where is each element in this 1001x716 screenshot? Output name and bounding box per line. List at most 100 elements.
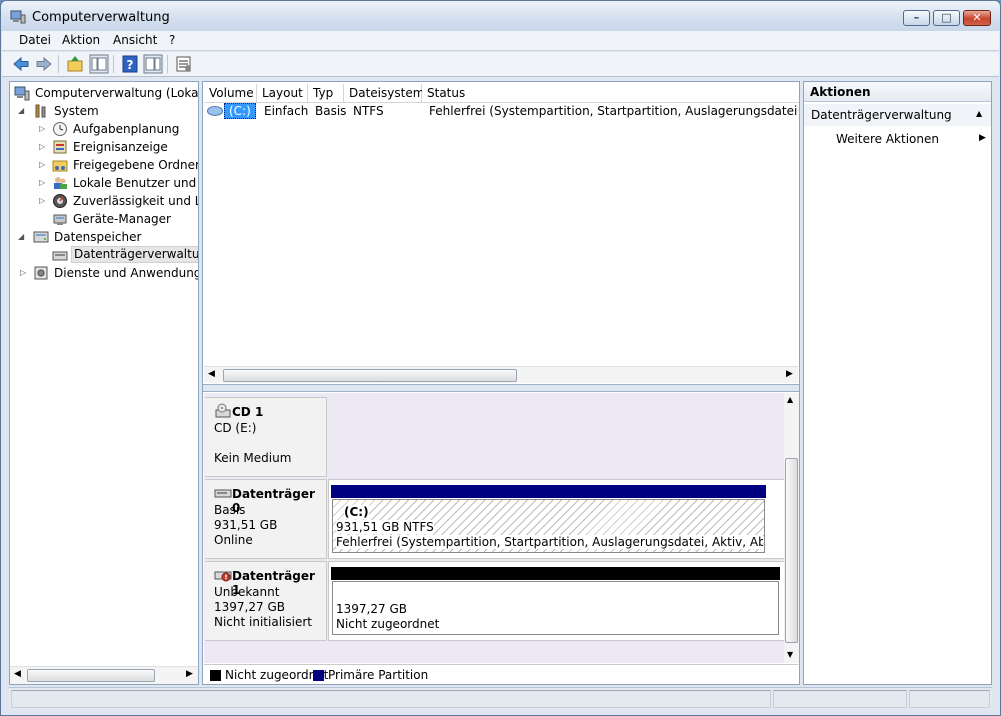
maximize-button[interactable]: □ bbox=[933, 10, 960, 26]
expand-arrow-icon[interactable]: ▷ bbox=[39, 124, 45, 133]
help-icon[interactable]: ? bbox=[120, 54, 140, 74]
toolbar: ? bbox=[2, 52, 999, 77]
menu-ansicht[interactable]: Ansicht bbox=[113, 33, 157, 47]
tree-item-lokale-benutzer[interactable]: ▷ Lokale Benutzer und Gruppen bbox=[10, 174, 198, 192]
expand-arrow-icon[interactable]: ▷ bbox=[39, 178, 45, 187]
tree-item-freigegebene-ordner[interactable]: ▷ Freigegebene Ordner bbox=[10, 156, 198, 174]
actions-pane: Aktionen Datenträgerverwaltung ▲ Weitere… bbox=[803, 81, 992, 685]
scroll-thumb[interactable] bbox=[223, 369, 517, 382]
collapse-arrow-icon[interactable]: ◢ bbox=[18, 232, 24, 241]
tree-item-computerverwaltung[interactable]: Computerverwaltung (Lokal) bbox=[10, 84, 198, 102]
actions-section-datentraegerverwaltung[interactable]: Datenträgerverwaltung ▲ bbox=[804, 104, 991, 126]
disk-type: Unbekannt bbox=[214, 585, 280, 599]
column-header-layout[interactable]: Layout bbox=[257, 84, 308, 103]
storage-icon bbox=[33, 231, 49, 243]
scroll-right-icon[interactable]: ▶ bbox=[786, 369, 793, 379]
tree-item-dienste[interactable]: ▷ Dienste und Anwendungen bbox=[10, 264, 198, 282]
disk-label-cd1[interactable]: CD 1 CD (E:) Kein Medium bbox=[205, 397, 327, 477]
scroll-right-icon[interactable]: ▶ bbox=[186, 669, 193, 679]
tree-item-datentraegerverwaltung[interactable]: Datenträgerverwaltung bbox=[10, 246, 198, 264]
minimize-button[interactable]: – bbox=[903, 10, 930, 26]
tree-label: Ereignisanzeige bbox=[73, 140, 168, 154]
actions-header: Aktionen bbox=[804, 82, 991, 102]
cell-status: Fehlerfrei (Systempartition, Startpartit… bbox=[429, 104, 798, 118]
actions-title: Aktionen bbox=[810, 85, 871, 99]
expand-arrow-icon[interactable]: ▷ bbox=[20, 268, 26, 277]
column-header-dateisystem[interactable]: Dateisystem bbox=[344, 84, 425, 103]
column-label: Layout bbox=[262, 86, 303, 100]
menu-datei[interactable]: Datei bbox=[19, 33, 51, 47]
scroll-left-icon[interactable]: ◀ bbox=[208, 369, 215, 379]
tree-label: Freigegebene Ordner bbox=[73, 158, 198, 172]
unallocated-space[interactable]: 1397,27 GB Nicht zugeordnet bbox=[332, 581, 779, 635]
partition-title: (C:) bbox=[344, 505, 369, 519]
status-cell-2 bbox=[773, 690, 907, 708]
expand-arrow-icon[interactable]: ▷ bbox=[39, 142, 45, 151]
scroll-left-icon[interactable]: ◀ bbox=[14, 669, 21, 679]
back-arrow-icon[interactable] bbox=[11, 54, 31, 74]
tree-item-geraete-manager[interactable]: Geräte-Manager bbox=[10, 210, 198, 228]
status-cell-main bbox=[11, 690, 771, 708]
disk-size: 931,51 GB bbox=[214, 518, 278, 532]
scroll-thumb[interactable] bbox=[27, 669, 155, 682]
column-header-typ[interactable]: Typ bbox=[308, 84, 344, 103]
status-cell-3 bbox=[909, 690, 990, 708]
properties-icon[interactable] bbox=[174, 54, 194, 74]
column-label: Status bbox=[427, 86, 466, 100]
unallocated-bar bbox=[331, 567, 780, 580]
disk-view-vertical-scrollbar[interactable]: ▲ ▼ bbox=[784, 393, 799, 663]
partition-size: 1397,27 GB bbox=[336, 602, 407, 616]
tree-item-datenspeicher[interactable]: ◢ Datenspeicher bbox=[10, 228, 198, 246]
show-hide-action-pane-icon[interactable] bbox=[143, 54, 163, 74]
column-header-status[interactable]: Status bbox=[422, 84, 799, 103]
legend-swatch-primary bbox=[313, 670, 324, 681]
action-weitere-aktionen[interactable]: Weitere Aktionen bbox=[836, 132, 939, 146]
forward-arrow-icon[interactable] bbox=[34, 54, 54, 74]
disk-status: Nicht initialisiert bbox=[214, 615, 312, 629]
show-hide-console-tree-icon[interactable] bbox=[89, 54, 109, 74]
close-button[interactable]: ✕ bbox=[963, 10, 991, 26]
disk-status: Online bbox=[214, 533, 253, 547]
legend-swatch-unallocated bbox=[210, 670, 221, 681]
scroll-up-icon[interactable]: ▲ bbox=[787, 395, 793, 404]
tree-item-ereignisanzeige[interactable]: ▷ Ereignisanzeige bbox=[10, 138, 198, 156]
scroll-thumb[interactable] bbox=[785, 458, 798, 643]
menu-aktion[interactable]: Aktion bbox=[62, 33, 100, 47]
main-window: Computerverwaltung – □ ✕ Datei Aktion An… bbox=[0, 0, 1001, 716]
column-header-volume[interactable]: Volume bbox=[204, 84, 257, 103]
cd-drive-icon bbox=[215, 403, 231, 418]
tree-label: Dienste und Anwendungen bbox=[54, 266, 198, 280]
up-folder-icon[interactable] bbox=[65, 54, 85, 74]
tree-item-system[interactable]: ◢ System bbox=[10, 102, 198, 120]
cd1-partition-area bbox=[328, 397, 785, 477]
actions-section-label: Datenträgerverwaltung bbox=[811, 108, 952, 122]
disk-label-disk1[interactable]: Datenträger 1 Unbekannt 1397,27 GB Nicht… bbox=[205, 561, 327, 641]
partition-c[interactable]: (C:) 931,51 GB NTFS Fehlerfrei (Systempa… bbox=[332, 499, 765, 553]
table-row[interactable]: (C:) Einfach Basis NTFS Fehlerfrei (Syst… bbox=[204, 102, 798, 120]
disk-size: 1397,27 GB bbox=[214, 600, 285, 614]
toolbar-separator bbox=[167, 55, 168, 73]
tree-label: Computerverwaltung (Lokal) bbox=[35, 86, 198, 100]
expand-arrow-icon[interactable]: ▷ bbox=[39, 160, 45, 169]
tree-item-zuverlaessigkeit[interactable]: ▷ Zuverlässigkeit und Leistung bbox=[10, 192, 198, 210]
tree-label: Geräte-Manager bbox=[73, 212, 171, 226]
column-label: Dateisystem bbox=[349, 86, 425, 100]
volume-icon bbox=[207, 106, 223, 116]
disk-type: Basis bbox=[214, 503, 246, 517]
disk-name: CD 1 bbox=[232, 405, 264, 419]
title-bar[interactable]: Computerverwaltung – □ ✕ bbox=[1, 1, 1000, 31]
tree-horizontal-scrollbar[interactable]: ◀ ▶ bbox=[10, 666, 198, 684]
disk-name: Datenträger 0 bbox=[232, 487, 315, 515]
disk-label-disk0[interactable]: Datenträger 0 Basis 931,51 GB Online bbox=[205, 479, 327, 559]
tree-item-aufgabenplanung[interactable]: ▷ Aufgabenplanung bbox=[10, 120, 198, 138]
clock-icon bbox=[53, 122, 67, 136]
collapse-arrow-icon[interactable]: ◢ bbox=[18, 106, 24, 115]
cell-filesystem: NTFS bbox=[353, 104, 384, 118]
computer-management-icon bbox=[14, 86, 30, 101]
collapse-up-icon[interactable]: ▲ bbox=[976, 109, 982, 118]
scroll-down-icon[interactable]: ▼ bbox=[787, 650, 793, 659]
pane-splitter[interactable] bbox=[203, 384, 799, 392]
menu-help[interactable]: ? bbox=[169, 33, 175, 47]
volume-list-horizontal-scrollbar[interactable]: ◀ ▶ bbox=[204, 366, 798, 383]
expand-arrow-icon[interactable]: ▷ bbox=[39, 196, 45, 205]
